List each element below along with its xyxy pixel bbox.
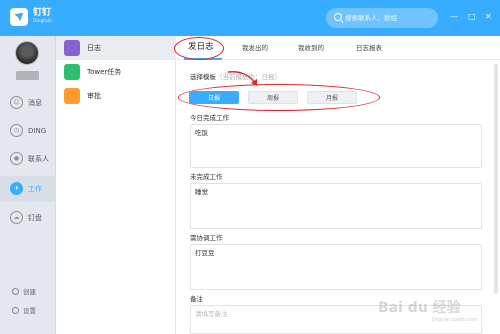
approval-icon — [64, 88, 80, 104]
settings-label: 设置 — [23, 307, 36, 315]
title-bar: 钉钉 Dingtalk 搜索联系人，群组 — □ ✕ — [0, 0, 500, 36]
nav-item-work[interactable]: ✈ 工作 — [0, 176, 56, 202]
nav-label: 联系人 — [28, 155, 49, 163]
app-label: Tower任务 — [87, 68, 122, 76]
create-button[interactable]: 创建 — [12, 288, 36, 296]
tower-task-icon — [64, 64, 80, 80]
field-label-coordinate: 需协调工作 — [190, 234, 223, 242]
field-value: 打豆豆 — [195, 249, 215, 257]
active-tab-indicator — [184, 58, 222, 60]
log-panel: 发日志 我发出的 我收到的 日志报表 选择模板（当前模板为：日报） 日报 周报 … — [174, 36, 500, 334]
field-placeholder: 请填写备注 — [195, 310, 228, 318]
watermark: Bai du 经验 — [378, 300, 461, 316]
maximize-button[interactable]: □ — [468, 13, 476, 21]
settings-button[interactable]: 设置 — [12, 307, 36, 315]
tab-report[interactable]: 日志报表 — [356, 44, 382, 52]
template-label-text: 选择模板 — [190, 73, 216, 81]
scrollbar[interactable] — [494, 64, 498, 294]
field-label-remark: 备注 — [190, 295, 203, 303]
main-nav: ☺ 消息 ◷ DING ● 联系人 ✈ 工作 ☁ 钉盘 创建 设置 — [0, 36, 56, 334]
template-hint: （当前模板为：日报） — [216, 73, 281, 81]
nav-item-ding[interactable]: ◷ DING — [0, 118, 56, 144]
field-label-done: 今日完成工作 — [190, 114, 229, 122]
log-tabs: 发日志 我发出的 我收到的 日志报表 — [176, 36, 500, 60]
close-button[interactable]: ✕ — [485, 13, 492, 21]
app-label: 审批 — [87, 92, 101, 100]
field-done-today[interactable]: 吃饭 — [190, 124, 482, 168]
field-value: 吃饭 — [195, 129, 208, 137]
nav-label: 工作 — [28, 185, 42, 193]
field-coordinate[interactable]: 打豆豆 — [190, 244, 482, 290]
template-option-weekly[interactable]: 周报 — [248, 91, 298, 104]
username-redacted — [16, 71, 39, 80]
nav-label: 钉盘 — [28, 214, 42, 222]
create-icon — [12, 288, 19, 295]
search-box[interactable]: 搜索联系人，群组 — [326, 8, 438, 28]
work-app-list: 日志 Tower任务 审批 — [56, 36, 176, 334]
app-item-approval[interactable]: 审批 — [56, 84, 176, 108]
nav-label: 消息 — [28, 99, 42, 107]
settings-icon — [12, 307, 19, 314]
contacts-icon: ● — [10, 152, 23, 165]
tab-sent[interactable]: 我发出的 — [242, 44, 268, 52]
ding-icon: ◷ — [10, 124, 23, 137]
app-label: 日志 — [87, 44, 101, 52]
nav-item-contacts[interactable]: ● 联系人 — [0, 146, 56, 172]
app-item-log[interactable]: 日志 — [56, 36, 176, 60]
create-label: 创建 — [23, 288, 36, 296]
app-item-tower[interactable]: Tower任务 — [56, 60, 176, 84]
search-placeholder: 搜索联系人，群组 — [345, 14, 397, 22]
tab-write-log[interactable]: 发日志 — [188, 42, 214, 52]
avatar[interactable] — [15, 41, 39, 65]
nav-item-messages[interactable]: ☺ 消息 — [0, 90, 56, 116]
template-option-daily[interactable]: 日报 — [189, 91, 239, 104]
message-icon: ☺ — [10, 96, 23, 109]
watermark-url: jingyan.baidu.com — [432, 317, 479, 323]
tab-received[interactable]: 我收到的 — [298, 44, 324, 52]
app-title: 钉钉 — [33, 8, 52, 18]
minimize-button[interactable]: — — [450, 13, 458, 21]
work-icon: ✈ — [10, 182, 23, 195]
template-option-monthly[interactable]: 月报 — [307, 91, 357, 104]
log-icon — [64, 40, 80, 56]
dingtalk-logo — [10, 8, 28, 26]
nav-item-cloud-drive[interactable]: ☁ 钉盘 — [0, 205, 56, 231]
search-icon — [334, 13, 342, 21]
nav-label: DING — [28, 127, 47, 135]
field-label-undone: 未完成工作 — [190, 173, 223, 181]
template-label: 选择模板（当前模板为：日报） — [190, 73, 281, 81]
cloud-drive-icon: ☁ — [10, 211, 23, 224]
field-undone[interactable]: 睡觉 — [190, 183, 482, 229]
field-value: 睡觉 — [195, 188, 208, 196]
app-subtitle: Dingtalk — [33, 19, 52, 24]
